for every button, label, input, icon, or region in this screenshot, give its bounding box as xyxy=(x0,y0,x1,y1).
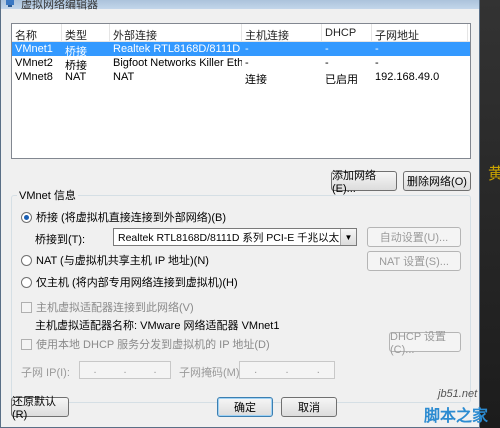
bridged-label: 桥接 (将虚拟机直接连接到外部网络)(B) xyxy=(36,212,227,224)
cell-type: 桥接 xyxy=(65,46,87,56)
restore-defaults-button[interactable]: 还原默认(R) xyxy=(11,396,69,421)
add-network-button[interactable]: 添加网络(E)... xyxy=(331,170,397,195)
column-header-name[interactable]: 名称 xyxy=(12,24,62,42)
cell-name: VMnet1 xyxy=(15,43,53,55)
column-header-external[interactable]: 外部连接 xyxy=(110,24,242,42)
cell-name: VMnet2 xyxy=(15,57,53,69)
network-list[interactable]: 名称 类型 外部连接 主机连接 DHCP 子网地址 VMnet1 桥接 Real… xyxy=(11,23,471,159)
cell-subnet: - xyxy=(375,43,379,55)
cell-type: NAT xyxy=(65,71,87,83)
watermark-site: jb51.net xyxy=(438,388,478,400)
auto-settings-button[interactable]: 自动设置(U)... xyxy=(367,227,461,247)
cell-host: - xyxy=(245,43,249,55)
bridged-radio[interactable]: 桥接 (将虚拟机直接连接到外部网络)(B) xyxy=(21,209,226,225)
desktop-background xyxy=(480,0,500,428)
radio-icon xyxy=(21,254,32,266)
table-row[interactable]: VMnet1 桥接 Realtek RTL8168D/8111D ... - -… xyxy=(12,42,470,56)
checkbox-icon xyxy=(21,338,32,350)
cell-name: VMnet8 xyxy=(15,71,53,83)
subnet-ip-label: 子网 IP(I): xyxy=(21,367,70,379)
dhcp-settings-button[interactable]: DHCP 设置(C)... xyxy=(389,331,461,356)
title-bar: 虚拟网络编辑器 xyxy=(1,0,479,11)
window-title: 虚拟网络编辑器 xyxy=(21,0,98,11)
cell-external: NAT xyxy=(113,71,135,83)
subnet-mask-label: 子网掩码(M): xyxy=(179,367,243,379)
ok-button[interactable]: 确定 xyxy=(217,397,273,417)
cell-external: Bigfoot Networks Killer Ether... xyxy=(113,57,242,69)
watermark-brand: 脚本之家 xyxy=(424,408,489,425)
cell-host: - xyxy=(245,57,249,69)
table-row[interactable]: VMnet2 桥接 Bigfoot Networks Killer Ether.… xyxy=(12,56,470,70)
bridged-to-select[interactable]: Realtek RTL8168D/8111D 系列 PCI-E 千兆以太网 NI… xyxy=(113,228,357,246)
column-header-host[interactable]: 主机连接 xyxy=(242,24,322,42)
cell-subnet: - xyxy=(375,57,379,69)
checkbox-icon xyxy=(21,301,32,313)
cell-dhcp: - xyxy=(325,57,329,69)
table-row[interactable]: VMnet8 NAT NAT 连接 已启用 192.168.49.0 xyxy=(12,70,470,84)
dhcp-label: 使用本地 DHCP 服务分发到虚拟机的 IP 地址(D) xyxy=(36,339,270,351)
radio-icon xyxy=(21,276,32,288)
cancel-button[interactable]: 取消 xyxy=(281,397,337,417)
column-header-dhcp[interactable]: DHCP xyxy=(322,24,372,42)
column-header-subnet[interactable]: 子网地址 xyxy=(372,24,468,42)
host-only-radio[interactable]: 仅主机 (将内部专用网络连接到虚拟机)(H) xyxy=(21,274,238,290)
cell-type: 桥接 xyxy=(65,60,87,70)
network-app-icon xyxy=(6,0,14,7)
nat-settings-button[interactable]: NAT 设置(S)... xyxy=(367,251,461,271)
remove-network-button[interactable]: 删除网络(O) xyxy=(403,171,471,191)
cell-dhcp: - xyxy=(325,43,329,55)
chevron-down-icon[interactable]: ▼ xyxy=(340,229,356,245)
radio-selected-icon xyxy=(21,211,32,223)
subnet-mask-field[interactable]: ... xyxy=(239,361,335,379)
connect-adapter-checkbox[interactable]: 主机虚拟适配器连接到此网络(V) xyxy=(21,299,194,315)
cell-host: 连接 xyxy=(245,74,267,84)
vmnet-info-label: VMnet 信息 xyxy=(17,187,78,203)
bridged-to-label: 桥接到(T): xyxy=(35,234,86,246)
column-header-type[interactable]: 类型 xyxy=(62,24,110,42)
cell-dhcp: 已启用 xyxy=(325,74,358,84)
list-header: 名称 类型 外部连接 主机连接 DHCP 子网地址 xyxy=(12,24,470,42)
host-only-label: 仅主机 (将内部专用网络连接到虚拟机)(H) xyxy=(36,277,238,289)
nat-radio[interactable]: NAT (与虚拟机共享主机 IP 地址)(N) xyxy=(21,252,209,268)
connect-adapter-label: 主机虚拟适配器连接到此网络(V) xyxy=(36,302,194,314)
bridged-to-value: Realtek RTL8168D/8111D 系列 PCI-E 千兆以太网 NI… xyxy=(118,231,356,244)
virtual-network-editor-window: 虚拟网络编辑器 名称 类型 外部连接 主机连接 DHCP 子网地址 VMnet1… xyxy=(0,0,480,428)
background-text: 黄 xyxy=(488,166,500,183)
dhcp-checkbox[interactable]: 使用本地 DHCP 服务分发到虚拟机的 IP 地址(D) xyxy=(21,336,270,352)
subnet-ip-field[interactable]: ... xyxy=(79,361,171,379)
cell-external: Realtek RTL8168D/8111D ... xyxy=(113,43,242,55)
nat-label: NAT (与虚拟机共享主机 IP 地址)(N) xyxy=(36,255,209,267)
adapter-name-label: 主机虚拟适配器名称: VMware 网络适配器 VMnet1 xyxy=(35,320,280,332)
cell-subnet: 192.168.49.0 xyxy=(375,71,440,83)
